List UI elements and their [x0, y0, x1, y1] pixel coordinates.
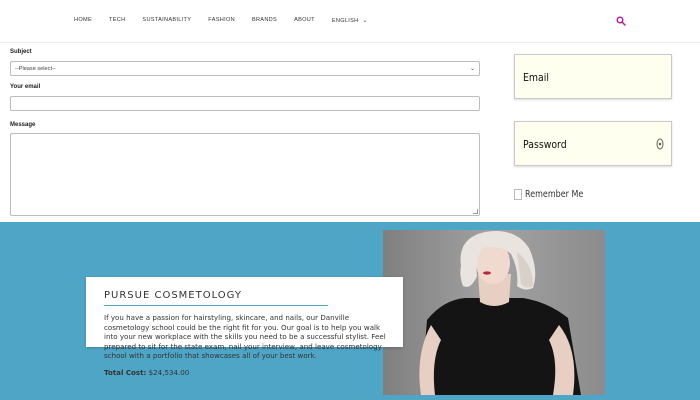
show-password-icon[interactable] [655, 137, 665, 151]
email-field[interactable] [10, 96, 480, 111]
message-textarea[interactable] [10, 133, 480, 216]
resize-handle-icon[interactable] [473, 209, 478, 214]
subject-selected-value: --Please select-- [15, 66, 56, 72]
remember-me-label[interactable]: Remember Me [525, 189, 583, 200]
email-label: Your email [10, 84, 41, 90]
language-selector[interactable]: ENGLISH ⌄ [332, 17, 368, 24]
total-cost-label: Total Cost: [104, 368, 147, 377]
login-password-field[interactable]: Password [514, 121, 672, 166]
promo-description: If you have a passion for hairstyling, s… [104, 313, 386, 360]
model-photo [383, 230, 605, 395]
language-label: ENGLISH [331, 18, 359, 24]
promo-total-cost: Total Cost: $24,534.00 [104, 368, 189, 377]
subject-select[interactable]: --Please select-- ⌄ [10, 61, 480, 76]
nav-item-about[interactable]: ABOUT [294, 17, 315, 24]
nav-item-sustainability[interactable]: SUSTAINABILITY [142, 17, 191, 24]
total-cost-value: $24,534.00 [148, 368, 190, 377]
promo-title-divider [104, 305, 328, 306]
message-label: Message [10, 122, 36, 128]
promo-title: PURSUE COSMETOLOGY [104, 290, 243, 301]
login-password-label: Password [523, 138, 567, 151]
subject-label: Subject [10, 49, 32, 55]
remember-me-checkbox[interactable] [514, 189, 522, 200]
model-photo-illustration [383, 230, 605, 395]
chevron-down-icon: ⌄ [362, 18, 368, 24]
login-email-field[interactable]: Email [514, 54, 672, 99]
chevron-down-icon: ⌄ [469, 66, 475, 72]
nav-item-tech[interactable]: TECH [109, 17, 125, 24]
search-icon[interactable] [616, 16, 626, 26]
login-email-label: Email [523, 71, 549, 84]
nav-item-home[interactable]: HOME [74, 17, 92, 24]
nav-item-brands[interactable]: BRANDS [252, 17, 277, 24]
top-navigation: HOME TECH SUSTAINABILITY FASHION BRANDS … [0, 0, 700, 43]
nav-item-fashion[interactable]: FASHION [208, 17, 235, 24]
nav-menu: HOME TECH SUSTAINABILITY FASHION BRANDS … [74, 17, 385, 24]
